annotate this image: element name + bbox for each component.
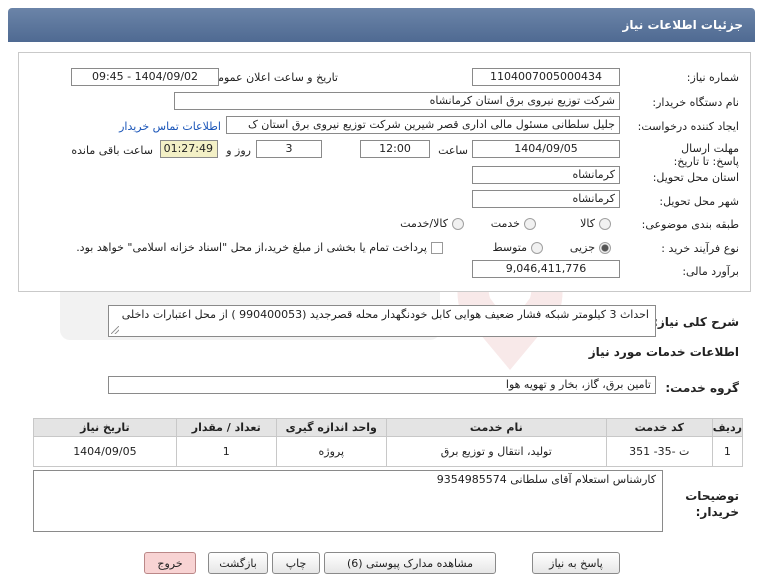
column-header: تاریخ نیاز xyxy=(33,418,177,437)
service-group-label: گروه خدمت: xyxy=(665,381,739,395)
table-cell: تولید، انتقال و توزیع برق xyxy=(385,436,607,467)
radio-selected-icon[interactable] xyxy=(599,241,611,254)
city-field: کرمانشاه xyxy=(472,190,620,208)
need-number-field: 1104007005000434 xyxy=(472,68,620,86)
creator-field: جلیل سلطانی مسئول مالی اداری قصر شیرین ش… xyxy=(226,116,620,134)
service-group-field: تامین برق، گاز، بخار و تهویه هوا xyxy=(108,376,656,394)
back-button[interactable]: بازگشت xyxy=(208,552,268,574)
column-header: تعداد / مقدار xyxy=(175,418,277,437)
description-label: شرح کلی نیاز: xyxy=(653,315,739,329)
estimate-field: 9,046,411,776 xyxy=(472,260,620,278)
category-label: طبقه بندی موضوعی: xyxy=(641,218,739,231)
column-header: واحد اندازه گیری xyxy=(275,418,387,437)
page-header: جزئیات اطلاعات نیاز xyxy=(8,8,755,42)
column-header: ردیف xyxy=(711,418,744,437)
buyer-notes-box: کارشناس استعلام آقای سلطانی 9354985574 xyxy=(33,470,663,532)
announce-field: 1404/09/02 - 09:45 xyxy=(71,68,219,86)
services-table: ردیف کد خدمت نام خدمت واحد اندازه گیری ت… xyxy=(33,418,744,467)
details-panel xyxy=(18,52,751,292)
table-cell: 1 xyxy=(175,436,277,467)
buyer-org-field: شرکت توزیع نیروی برق استان کرمانشاه xyxy=(174,92,620,110)
column-header: نام خدمت xyxy=(385,418,607,437)
process-option-medium[interactable]: متوسط xyxy=(492,241,543,254)
exit-button[interactable]: خروج xyxy=(144,552,196,574)
province-label: استان محل تحویل: xyxy=(652,171,739,184)
page-title: جزئیات اطلاعات نیاز xyxy=(622,18,743,32)
category-option-goods[interactable]: کالا xyxy=(580,217,611,230)
treasury-payment-checkbox[interactable]: پرداخت تمام یا بخشی از مبلغ خرید،از محل … xyxy=(76,241,443,254)
print-button[interactable]: چاپ xyxy=(272,552,320,574)
table-cell: پروژه xyxy=(275,436,387,467)
table-cell: 1404/09/05 xyxy=(33,436,177,467)
category-option-both[interactable]: کالا/خدمت xyxy=(400,217,464,230)
category-option-service[interactable]: خدمت xyxy=(491,217,536,230)
view-attachments-button[interactable]: مشاهده مدارک پیوستی (6) xyxy=(324,552,496,574)
reply-button[interactable]: پاسخ به نیاز xyxy=(532,552,620,574)
remaining-time-field: 01:27:49 xyxy=(160,140,218,158)
process-label: نوع فرآیند خرید : xyxy=(661,242,739,255)
resize-handle-icon[interactable] xyxy=(111,326,119,334)
creator-label: ایجاد کننده درخواست: xyxy=(637,120,739,133)
radio-icon[interactable] xyxy=(599,217,611,230)
buyer-contact-link[interactable]: اطلاعات تماس خریدار xyxy=(119,120,221,133)
remaining-label: ساعت باقی مانده xyxy=(71,144,153,157)
radio-icon[interactable] xyxy=(452,217,464,230)
radio-icon[interactable] xyxy=(531,241,543,254)
services-section-title: اطلاعات خدمات مورد نیاز xyxy=(588,345,739,359)
province-field: کرمانشاه xyxy=(472,166,620,184)
days-label: روز و xyxy=(226,144,251,157)
table-cell: ت -35- 351 xyxy=(605,436,713,467)
buyer-notes-label: توضیحات خریدار: xyxy=(685,489,739,519)
need-number-label: شماره نیاز: xyxy=(686,71,739,84)
table-cell: 1 xyxy=(711,436,744,467)
deadline-date-field: 1404/09/05 xyxy=(472,140,620,158)
buyer-notes-text: کارشناس استعلام آقای سلطانی 9354985574 xyxy=(436,473,656,486)
process-option-minor[interactable]: جزیی xyxy=(570,241,611,254)
table-header-row: ردیف کد خدمت نام خدمت واحد اندازه گیری ت… xyxy=(33,418,744,437)
days-field: 3 xyxy=(256,140,322,158)
table-row: 1 ت -35- 351 تولید، انتقال و توزیع برق پ… xyxy=(33,436,744,467)
estimate-label: برآورد مالی: xyxy=(682,265,739,278)
announce-label: تاریخ و ساعت اعلان عمومی: xyxy=(205,71,338,84)
radio-icon[interactable] xyxy=(524,217,536,230)
checkbox-icon[interactable] xyxy=(431,241,443,254)
deadline-time-field: 12:00 xyxy=(360,140,430,158)
time-label: ساعت xyxy=(438,144,468,157)
deadline-label: مهلت ارسال پاسخ: تا تاریخ: xyxy=(673,142,739,168)
description-text: احداث 3 کیلومتر شبکه فشار ضعیف هوایی کاب… xyxy=(121,308,649,321)
description-box: احداث 3 کیلومتر شبکه فشار ضعیف هوایی کاب… xyxy=(108,305,656,337)
buyer-org-label: نام دستگاه خریدار: xyxy=(652,96,739,109)
column-header: کد خدمت xyxy=(605,418,713,437)
city-label: شهر محل تحویل: xyxy=(659,195,739,208)
